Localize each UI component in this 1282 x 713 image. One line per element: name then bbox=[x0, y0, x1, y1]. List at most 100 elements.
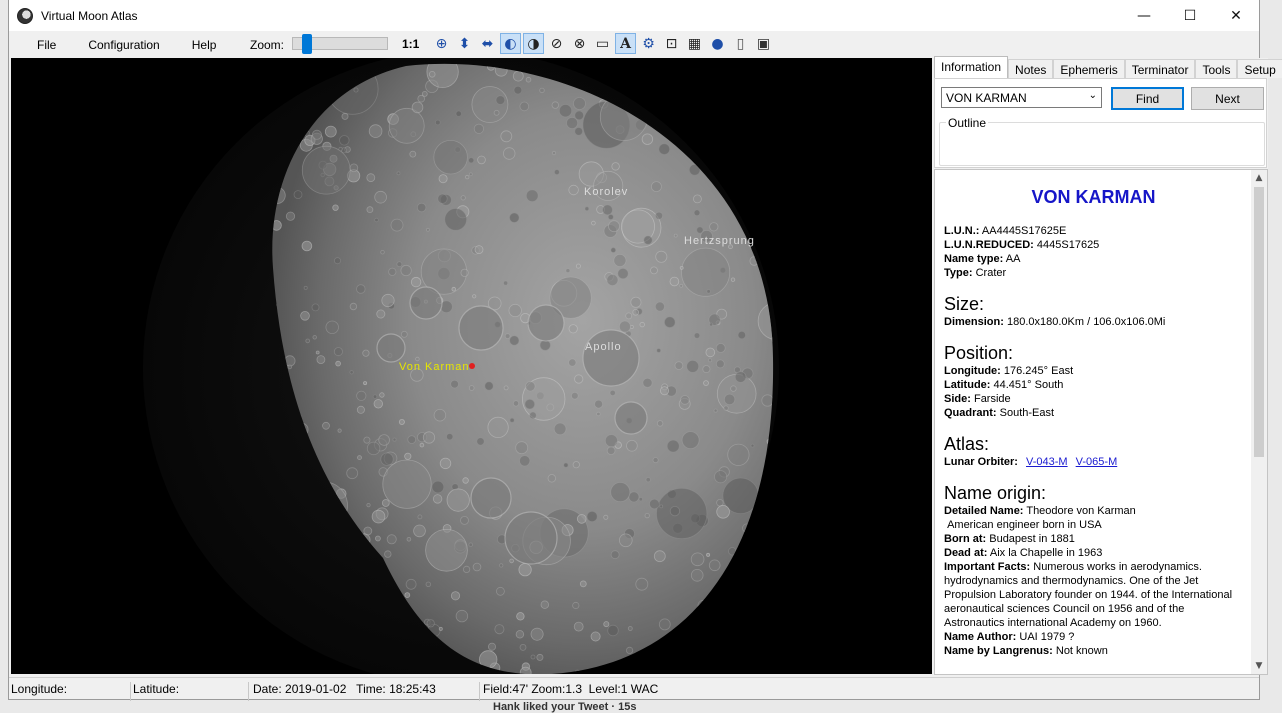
label-von-karman[interactable]: Von Karman bbox=[399, 361, 470, 373]
crater bbox=[530, 627, 544, 641]
crater bbox=[503, 147, 516, 160]
crater bbox=[654, 301, 665, 312]
flip-horizontal-icon[interactable]: ⬌ bbox=[477, 33, 498, 54]
orbiter-link-2[interactable]: V-065-M bbox=[1076, 456, 1118, 468]
large-crater bbox=[504, 511, 558, 565]
crater bbox=[659, 504, 664, 509]
tab-terminator[interactable]: Terminator bbox=[1124, 59, 1196, 78]
crater bbox=[530, 654, 536, 660]
crater bbox=[747, 148, 754, 154]
scroll-up-icon[interactable]: ▲ bbox=[1251, 170, 1267, 186]
zoom-slider[interactable] bbox=[292, 34, 388, 54]
gear-icon[interactable]: ⚙ bbox=[638, 33, 659, 54]
grid-globe-icon[interactable]: ⊗ bbox=[569, 33, 590, 54]
menu-file[interactable]: File bbox=[25, 38, 76, 52]
orbiter-link-1[interactable]: V-043-M bbox=[1026, 456, 1068, 468]
crater bbox=[525, 381, 536, 392]
crater bbox=[380, 452, 394, 466]
crater bbox=[703, 650, 715, 662]
crater bbox=[705, 347, 716, 358]
crater bbox=[503, 385, 509, 391]
camera-icon[interactable]: ⊡ bbox=[661, 33, 682, 54]
moon-image[interactable]: Korolev Hertzsprung Apollo Von Karman bbox=[11, 58, 932, 674]
close-button[interactable]: ✕ bbox=[1213, 0, 1259, 31]
label-apollo[interactable]: Apollo bbox=[585, 341, 622, 353]
crater bbox=[731, 124, 743, 136]
menu-help[interactable]: Help bbox=[180, 38, 237, 52]
crater bbox=[591, 220, 596, 226]
status-longitude: Longitude: bbox=[11, 682, 68, 696]
screen-icon[interactable]: ▣ bbox=[753, 33, 774, 54]
tab-ephemeris[interactable]: Ephemeris bbox=[1053, 59, 1125, 78]
crater bbox=[723, 405, 729, 411]
moon-view[interactable]: Korolev Hertzsprung Apollo Von Karman bbox=[11, 58, 932, 674]
crater bbox=[434, 119, 441, 126]
minimize-button[interactable]: — bbox=[1121, 0, 1167, 31]
crater bbox=[679, 283, 684, 288]
globe-grid-icon[interactable]: ⊕ bbox=[431, 33, 452, 54]
crater bbox=[512, 70, 524, 82]
moon-3d-icon[interactable]: ◐ bbox=[500, 33, 521, 54]
crater bbox=[519, 666, 532, 674]
calendar-icon[interactable]: ▦ bbox=[684, 33, 705, 54]
crater bbox=[409, 150, 417, 158]
scroll-down-icon[interactable]: ▼ bbox=[1251, 658, 1267, 674]
crater bbox=[625, 646, 634, 655]
tab-tools[interactable]: Tools bbox=[1195, 59, 1238, 78]
crater bbox=[366, 441, 381, 456]
info-scrollbar[interactable]: ▲ ▼ bbox=[1251, 170, 1267, 674]
crater bbox=[618, 533, 633, 548]
chevron-down-icon[interactable]: ⌄ bbox=[1089, 90, 1097, 101]
page-icon[interactable]: ▯ bbox=[730, 33, 751, 54]
orbit-icon[interactable]: ⊘ bbox=[546, 33, 567, 54]
tab-setup[interactable]: Setup bbox=[1237, 59, 1282, 78]
tab-notes[interactable]: Notes bbox=[1008, 59, 1054, 78]
crater bbox=[368, 124, 383, 138]
earth-icon[interactable]: ● bbox=[707, 33, 728, 54]
phase-icon[interactable]: ◑ bbox=[523, 33, 544, 54]
crater bbox=[404, 592, 411, 598]
crater bbox=[655, 250, 668, 263]
crater bbox=[487, 416, 509, 438]
feature-search-combo[interactable]: VON KARMAN ⌄ bbox=[941, 87, 1102, 108]
crater bbox=[425, 581, 431, 587]
crater bbox=[709, 154, 722, 168]
flip-vertical-icon[interactable]: ⬍ bbox=[454, 33, 475, 54]
ruler-icon[interactable]: ▭ bbox=[592, 33, 613, 54]
crater bbox=[316, 355, 326, 365]
info-lun: L.U.N.: AA4445S17625E bbox=[944, 225, 1067, 237]
tab-information[interactable]: Information bbox=[934, 56, 1009, 78]
label-icon[interactable]: A bbox=[615, 33, 636, 54]
crater bbox=[419, 442, 425, 448]
crater bbox=[433, 139, 468, 175]
crater bbox=[572, 461, 580, 469]
information-tab-body: VON KARMAN ⌄ Find Next Outline bbox=[934, 78, 1267, 168]
next-button[interactable]: Next bbox=[1191, 87, 1264, 110]
label-korolev[interactable]: Korolev bbox=[584, 186, 628, 198]
crater bbox=[627, 626, 633, 631]
maximize-button[interactable]: ☐ bbox=[1167, 0, 1213, 31]
outline-group: Outline bbox=[939, 116, 1265, 166]
scrollbar-thumb[interactable] bbox=[1254, 187, 1264, 457]
crater bbox=[431, 480, 445, 494]
find-button[interactable]: Find bbox=[1111, 87, 1184, 110]
crater bbox=[639, 321, 645, 328]
crater bbox=[659, 649, 669, 659]
menu-configuration[interactable]: Configuration bbox=[76, 38, 179, 52]
crater bbox=[628, 491, 640, 503]
feature-info-pane[interactable]: VON KARMAN L.U.N.: AA4445S17625E L.U.N.R… bbox=[934, 169, 1268, 675]
crater bbox=[576, 514, 587, 524]
info-lun-reduced: L.U.N.REDUCED: 4445S17625 bbox=[944, 239, 1100, 251]
label-hertzsprung[interactable]: Hertzsprung bbox=[684, 235, 755, 247]
crater bbox=[525, 76, 532, 83]
crater bbox=[476, 437, 485, 446]
crater bbox=[410, 276, 422, 288]
crater bbox=[666, 664, 675, 673]
crater bbox=[455, 609, 469, 623]
crater bbox=[638, 497, 643, 502]
zoom-slider-thumb[interactable] bbox=[302, 34, 312, 54]
crater bbox=[749, 110, 754, 116]
crater bbox=[551, 150, 557, 156]
zoom-ratio-button[interactable]: 1:1 bbox=[402, 37, 419, 51]
crater bbox=[493, 109, 500, 116]
